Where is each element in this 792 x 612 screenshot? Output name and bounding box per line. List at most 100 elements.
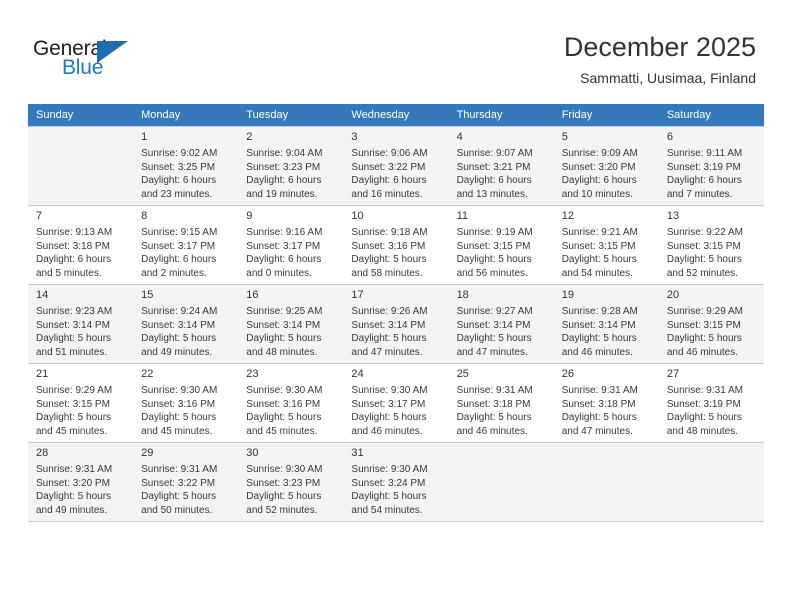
calendar-day-cell[interactable]: 24 Sunrise: 9:30 AM Sunset: 3:17 PM Dayligh…: [343, 363, 449, 443]
sun-times-line: Sunrise: 9:23 AM: [36, 306, 113, 317]
sun-times-line: Sunset: 3:15 PM: [36, 398, 110, 410]
sun-times-line: and 46 minutes.: [351, 425, 423, 437]
calendar-day-cell[interactable]: 3 Sunrise: 9:06 AM Sunset: 3:22 PM Daylight…: [343, 126, 449, 206]
calendar-day-cell[interactable]: 1 Sunrise: 9:02 AM Sunset: 3:25 PM Daylight…: [133, 126, 239, 206]
sun-times-line: Sunset: 3:16 PM: [141, 398, 216, 410]
sun-times-line: and 7 minutes.: [666, 188, 733, 200]
calendar-day-cell[interactable]: 4 Sunrise: 9:07 AM Sunset: 3:21 PM Daylight…: [448, 126, 554, 206]
sun-times-line: and 51 minutes.: [36, 346, 108, 358]
calendar-day-cell[interactable]: 30 Sunrise: 9:30 AM Sunset: 3:23 PM Dayligh…: [238, 442, 344, 522]
calendar-day-cell[interactable]: 15 Sunrise: 9:24 AM Sunset: 3:14 PM Dayligh…: [133, 284, 239, 364]
day-cell-content: 1 Sunrise: 9:02 AM Sunset: 3:25 PM Daylight…: [133, 127, 238, 205]
day-number: 13: [666, 210, 680, 222]
sun-times-line: and 45 minutes.: [36, 425, 108, 437]
calendar-day-cell[interactable]: 19 Sunrise: 9:28 AM Sunset: 3:14 PM Dayligh…: [553, 284, 659, 364]
day-cell-content: 5 Sunrise: 9:09 AM Sunset: 3:20 PM Daylight…: [554, 127, 659, 205]
sun-times-block: Sunrise: 9:24 AM Sunset: 3:14 PM Daylight:…: [141, 305, 232, 359]
sun-times-block: Sunrise: 9:19 AM Sunset: 3:15 PM Daylight:…: [457, 226, 548, 280]
sun-times-line: Sunrise: 9:24 AM: [141, 306, 218, 317]
sun-times-block: Sunrise: 9:15 AM Sunset: 3:17 PM Daylight:…: [141, 226, 232, 280]
day-cell-content: 25 Sunrise: 9:31 AM Sunset: 3:18 PM Dayligh…: [449, 364, 554, 442]
calendar-day-cell[interactable]: 10 Sunrise: 9:18 AM Sunset: 3:16 PM Dayligh…: [343, 205, 449, 285]
calendar-day-cell[interactable]: 7 Sunrise: 9:13 AM Sunset: 3:18 PM Daylight…: [28, 205, 134, 285]
sun-times-line: Sunrise: 9:18 AM: [351, 227, 428, 238]
sun-times-line: Daylight: 5 hours: [141, 333, 217, 345]
sun-times-block: Sunrise: 9:07 AM Sunset: 3:21 PM Daylight:…: [457, 147, 548, 201]
calendar-day-cell[interactable]: 5 Sunrise: 9:09 AM Sunset: 3:20 PM Daylight…: [553, 126, 659, 206]
sun-times-line: and 10 minutes.: [561, 188, 633, 200]
sun-times-line: Sunset: 3:15 PM: [456, 240, 531, 252]
day-cell-content: 28 Sunrise: 9:31 AM Sunset: 3:20 PM Dayligh…: [28, 443, 133, 521]
sun-times-block: Sunrise: 9:30 AM Sunset: 3:24 PM Daylight:…: [351, 463, 442, 517]
weekday-header-saturday: Saturday: [658, 104, 764, 127]
sun-times-block: Sunrise: 9:28 AM Sunset: 3:14 PM Daylight:…: [562, 305, 653, 359]
sun-times-line: and 47 minutes.: [456, 346, 528, 358]
sun-times-line: Sunrise: 9:06 AM: [351, 148, 428, 159]
day-cell-content: 4 Sunrise: 9:07 AM Sunset: 3:21 PM Daylight…: [449, 127, 554, 205]
brand-logo[interactable]: General Blue: [33, 38, 153, 82]
sun-times-line: and 45 minutes.: [246, 425, 318, 437]
day-number: 25: [456, 368, 469, 380]
sun-times-line: and 13 minutes.: [456, 188, 528, 200]
sun-times-line: Sunset: 3:14 PM: [561, 319, 636, 331]
weekday-header-sunday: Sunday: [28, 104, 134, 127]
sun-times-block: Sunrise: 9:30 AM Sunset: 3:17 PM Daylight:…: [351, 384, 442, 438]
calendar-day-cell[interactable]: 17 Sunrise: 9:26 AM Sunset: 3:14 PM Dayligh…: [343, 284, 449, 364]
day-cell-content: 21 Sunrise: 9:29 AM Sunset: 3:15 PM Dayligh…: [28, 364, 133, 442]
calendar-day-cell[interactable]: 6 Sunrise: 9:11 AM Sunset: 3:19 PM Daylight…: [658, 126, 764, 206]
day-number: 16: [246, 289, 259, 301]
sun-times-block: Sunrise: 9:18 AM Sunset: 3:16 PM Daylight:…: [351, 226, 442, 280]
page-header: General Blue December 2025 Sammatti, Uus…: [0, 0, 792, 104]
calendar-day-cell[interactable]: 20 Sunrise: 9:29 AM Sunset: 3:15 PM Dayligh…: [658, 284, 764, 364]
calendar-day-cell[interactable]: 28 Sunrise: 9:31 AM Sunset: 3:20 PM Dayligh…: [28, 442, 134, 522]
sun-times-line: Daylight: 6 hours: [141, 175, 217, 187]
calendar-day-cell[interactable]: 13 Sunrise: 9:22 AM Sunset: 3:15 PM Dayligh…: [658, 205, 764, 285]
calendar-day-cell[interactable]: 22 Sunrise: 9:30 AM Sunset: 3:16 PM Dayligh…: [133, 363, 239, 443]
day-number: 1: [141, 131, 148, 143]
calendar-day-cell[interactable]: 27 Sunrise: 9:31 AM Sunset: 3:19 PM Dayligh…: [658, 363, 764, 443]
sun-times-line: Sunrise: 9:30 AM: [246, 464, 323, 475]
calendar-day-cell[interactable]: 8 Sunrise: 9:15 AM Sunset: 3:17 PM Daylight…: [133, 205, 239, 285]
calendar-day-cell[interactable]: 11 Sunrise: 9:19 AM Sunset: 3:15 PM Dayligh…: [448, 205, 554, 285]
sun-times-line: and 47 minutes.: [351, 346, 423, 358]
sun-times-line: Daylight: 5 hours: [561, 412, 637, 424]
calendar-day-cell[interactable]: 29 Sunrise: 9:31 AM Sunset: 3:22 PM Dayligh…: [133, 442, 239, 522]
calendar-day-cell-empty: [553, 442, 659, 522]
calendar-week-row: 28 Sunrise: 9:31 AM Sunset: 3:20 PM Dayligh…: [28, 442, 764, 522]
sun-times-line: Daylight: 5 hours: [561, 333, 637, 345]
calendar-day-cell[interactable]: 16 Sunrise: 9:25 AM Sunset: 3:14 PM Dayligh…: [238, 284, 344, 364]
sun-times-block: Sunrise: 9:26 AM Sunset: 3:14 PM Daylight:…: [351, 305, 442, 359]
calendar-day-cell[interactable]: 18 Sunrise: 9:27 AM Sunset: 3:14 PM Dayligh…: [448, 284, 554, 364]
calendar-day-cell[interactable]: 21 Sunrise: 9:29 AM Sunset: 3:15 PM Dayligh…: [28, 363, 134, 443]
day-number: 17: [351, 289, 364, 301]
sun-times-line: Sunset: 3:17 PM: [351, 398, 426, 410]
sun-times-line: Sunrise: 9:31 AM: [561, 385, 638, 396]
sun-times-line: and 46 minutes.: [456, 425, 528, 437]
sun-times-line: Sunrise: 9:30 AM: [351, 464, 428, 475]
day-cell-content: 13 Sunrise: 9:22 AM Sunset: 3:15 PM Dayligh…: [659, 206, 764, 284]
calendar-day-cell[interactable]: 31 Sunrise: 9:30 AM Sunset: 3:24 PM Dayligh…: [343, 442, 449, 522]
sun-times-block: Sunrise: 9:30 AM Sunset: 3:16 PM Daylight:…: [246, 384, 337, 438]
sun-times-line: Sunrise: 9:28 AM: [561, 306, 638, 317]
calendar-day-cell[interactable]: 25 Sunrise: 9:31 AM Sunset: 3:18 PM Dayligh…: [448, 363, 554, 443]
sun-times-line: Sunset: 3:23 PM: [246, 161, 321, 173]
calendar-day-cell[interactable]: 12 Sunrise: 9:21 AM Sunset: 3:15 PM Dayligh…: [553, 205, 659, 285]
calendar-day-cell[interactable]: 2 Sunrise: 9:04 AM Sunset: 3:23 PM Daylight…: [238, 126, 344, 206]
day-number: 9: [246, 210, 253, 222]
sun-times-line: Daylight: 6 hours: [666, 175, 742, 187]
calendar-day-cell-empty: [658, 442, 764, 522]
calendar-day-cell[interactable]: 9 Sunrise: 9:16 AM Sunset: 3:17 PM Daylight…: [238, 205, 344, 285]
sun-times-line: Sunset: 3:15 PM: [561, 240, 636, 252]
day-cell-content: 3 Sunrise: 9:06 AM Sunset: 3:22 PM Daylight…: [343, 127, 448, 205]
calendar-week-row: 14 Sunrise: 9:23 AM Sunset: 3:14 PM Dayligh…: [28, 284, 764, 364]
sun-times-line: and 48 minutes.: [246, 346, 318, 358]
day-cell-content: 10 Sunrise: 9:18 AM Sunset: 3:16 PM Dayligh…: [343, 206, 448, 284]
day-cell-content: 19 Sunrise: 9:28 AM Sunset: 3:14 PM Dayligh…: [554, 285, 659, 363]
sun-times-block: Sunrise: 9:06 AM Sunset: 3:22 PM Daylight:…: [351, 147, 442, 201]
day-number: 4: [456, 131, 463, 143]
sun-times-line: Sunrise: 9:15 AM: [141, 227, 218, 238]
sun-times-line: Daylight: 6 hours: [456, 175, 532, 187]
calendar-day-cell[interactable]: 26 Sunrise: 9:31 AM Sunset: 3:18 PM Dayligh…: [553, 363, 659, 443]
calendar-day-cell[interactable]: 14 Sunrise: 9:23 AM Sunset: 3:14 PM Dayligh…: [28, 284, 134, 364]
calendar-day-cell[interactable]: 23 Sunrise: 9:30 AM Sunset: 3:16 PM Dayligh…: [238, 363, 344, 443]
